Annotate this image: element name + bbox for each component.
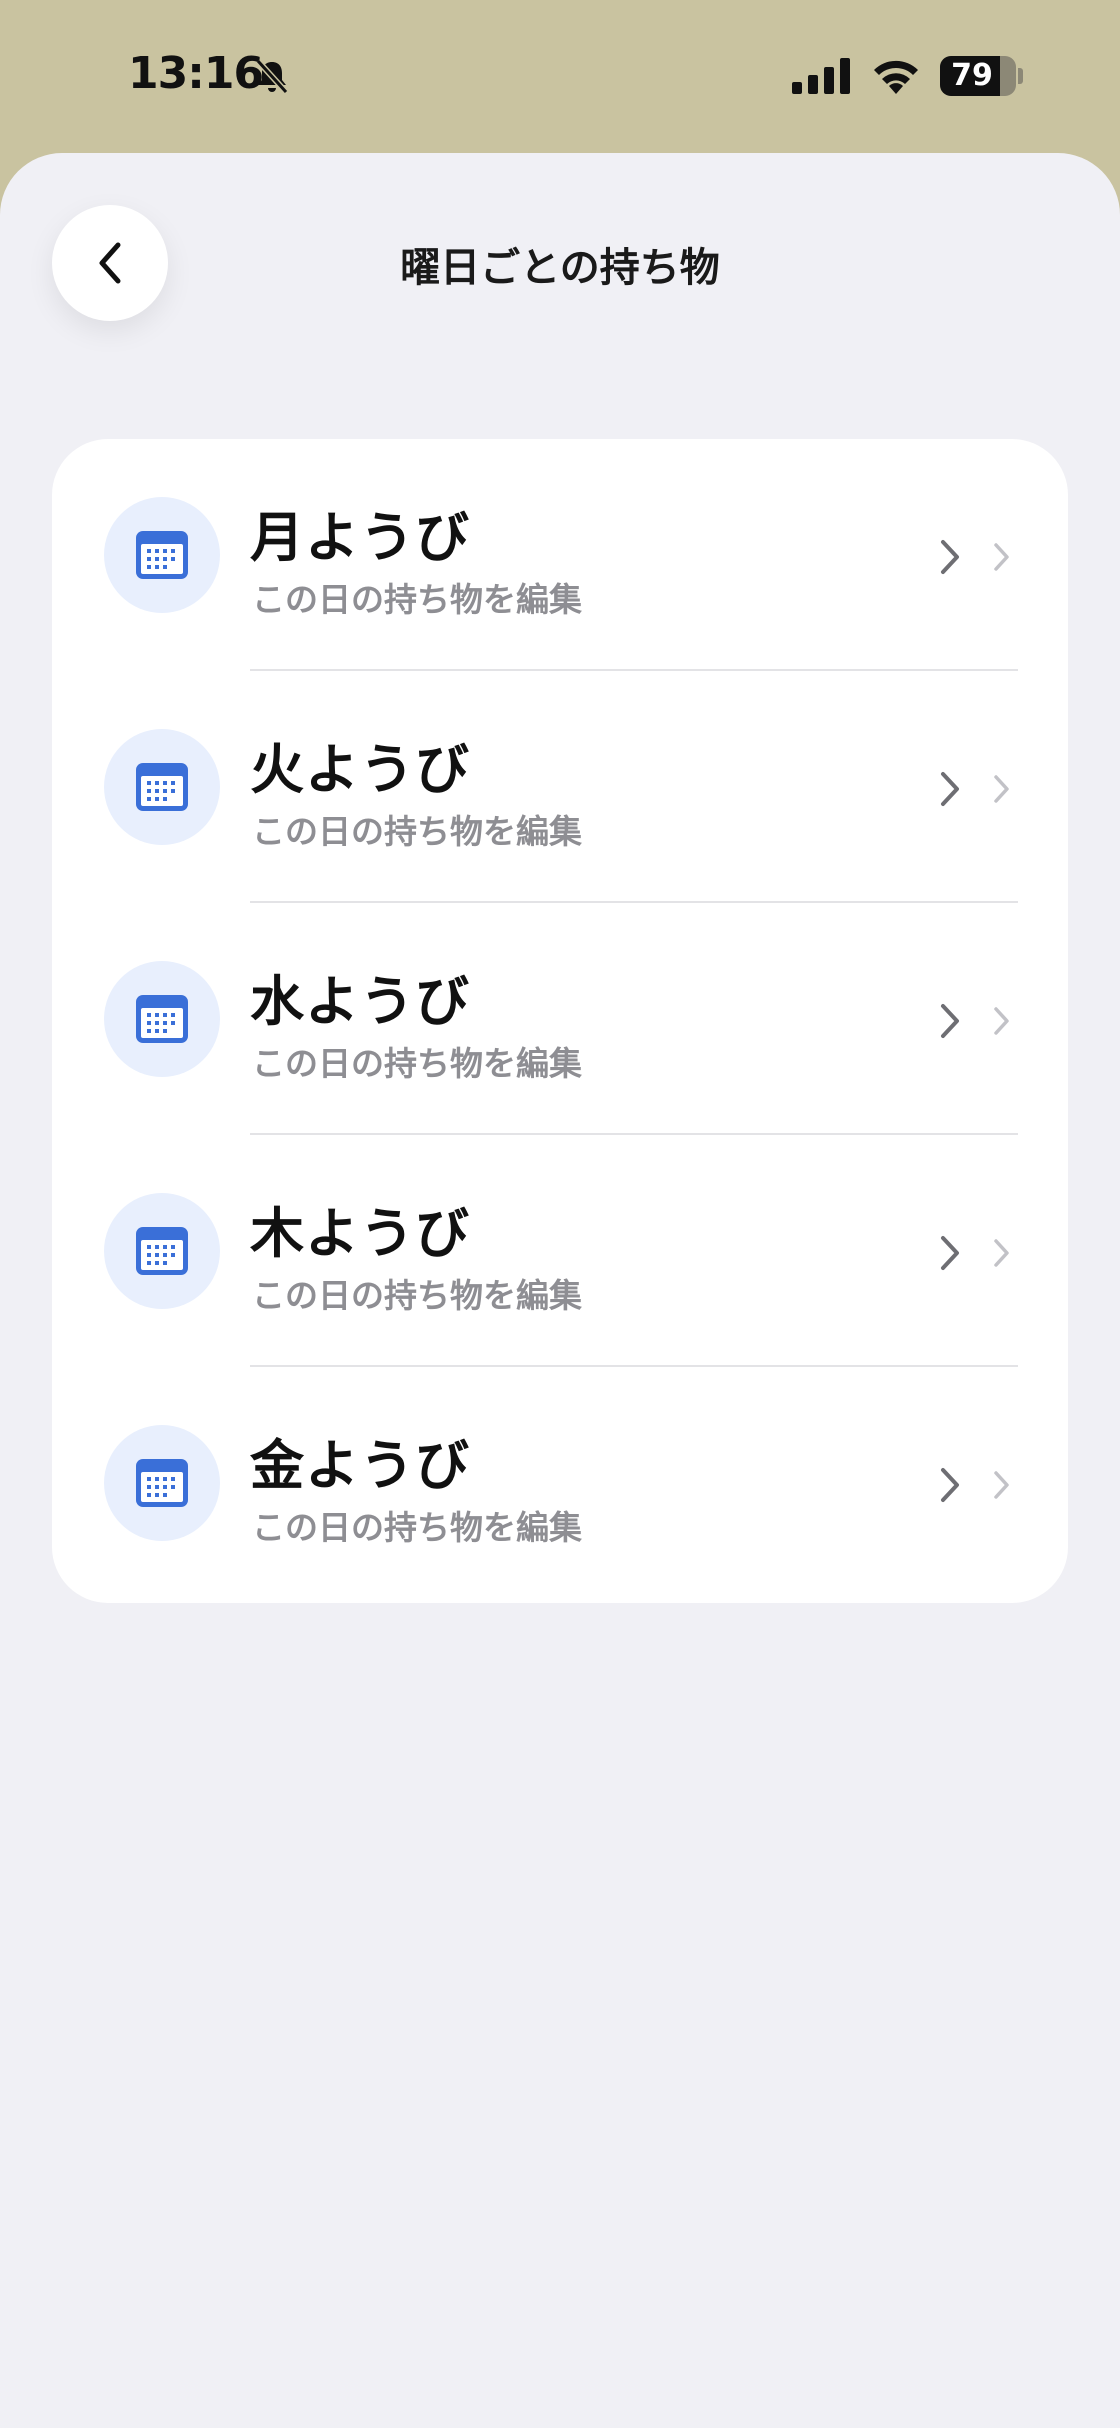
calendar-icon-badge [104,1425,220,1541]
weekday-row[interactable]: 金ようび この日の持ち物を編集 [52,1367,1068,1599]
weekday-title: 水ようび [250,970,470,1033]
chevron-right-icon [941,1004,959,1038]
cellular-signal-icon [792,58,850,94]
calendar-icon [136,995,188,1043]
weekday-subtitle: この日の持ち物を編集 [252,580,582,619]
chevron-right-icon [941,1468,959,1502]
calendar-icon [136,1227,188,1275]
page-title: 曜日ごとの持ち物 [400,245,720,291]
weekday-row[interactable]: 木ようび この日の持ち物を編集 [52,1135,1068,1367]
calendar-icon [136,531,188,579]
calendar-icon [136,763,188,811]
weekday-subtitle: この日の持ち物を編集 [252,812,582,851]
chevron-right-icon [941,772,959,806]
calendar-icon-badge [104,1193,220,1309]
chevron-right-icon [994,1007,1009,1035]
battery-tip [1018,68,1023,84]
weekday-title: 火ようび [250,738,470,801]
chevron-right-icon [994,1471,1009,1499]
weekday-subtitle: この日の持ち物を編集 [252,1276,582,1315]
weekday-row[interactable]: 水ようび この日の持ち物を編集 [52,903,1068,1135]
weekday-subtitle: この日の持ち物を編集 [252,1044,582,1083]
battery-indicator: 79 [940,56,1016,96]
chevron-right-icon [941,1236,959,1270]
calendar-icon-badge [104,497,220,613]
weekday-subtitle: この日の持ち物を編集 [252,1508,582,1547]
calendar-icon [136,1459,188,1507]
weekday-title: 月ようび [250,506,470,569]
chevron-right-icon [994,775,1009,803]
chevron-right-icon [941,540,959,574]
weekday-list: 月ようび この日の持ち物を編集 火ようび この日の持ち物を編集 水ようび この日… [52,439,1068,1603]
modal-sheet: 曜日ごとの持ち物 月ようび この日の持ち物を編集 火ようび この日の持ち物を編集… [0,153,1120,2428]
calendar-icon-badge [104,961,220,1077]
wifi-icon [874,60,918,94]
calendar-icon-badge [104,729,220,845]
status-time: 13:16 [128,48,264,99]
weekday-row[interactable]: 月ようび この日の持ち物を編集 [52,439,1068,671]
weekday-title: 金ようび [250,1434,470,1497]
chevron-right-icon [994,1239,1009,1267]
bell-slash-icon [255,58,289,95]
chevron-right-icon [994,543,1009,571]
weekday-row[interactable]: 火ようび この日の持ち物を編集 [52,671,1068,903]
status-bar: 13:16 79 [0,0,1120,155]
battery-percentage: 79 [951,58,993,93]
weekday-title: 木ようび [250,1202,470,1265]
